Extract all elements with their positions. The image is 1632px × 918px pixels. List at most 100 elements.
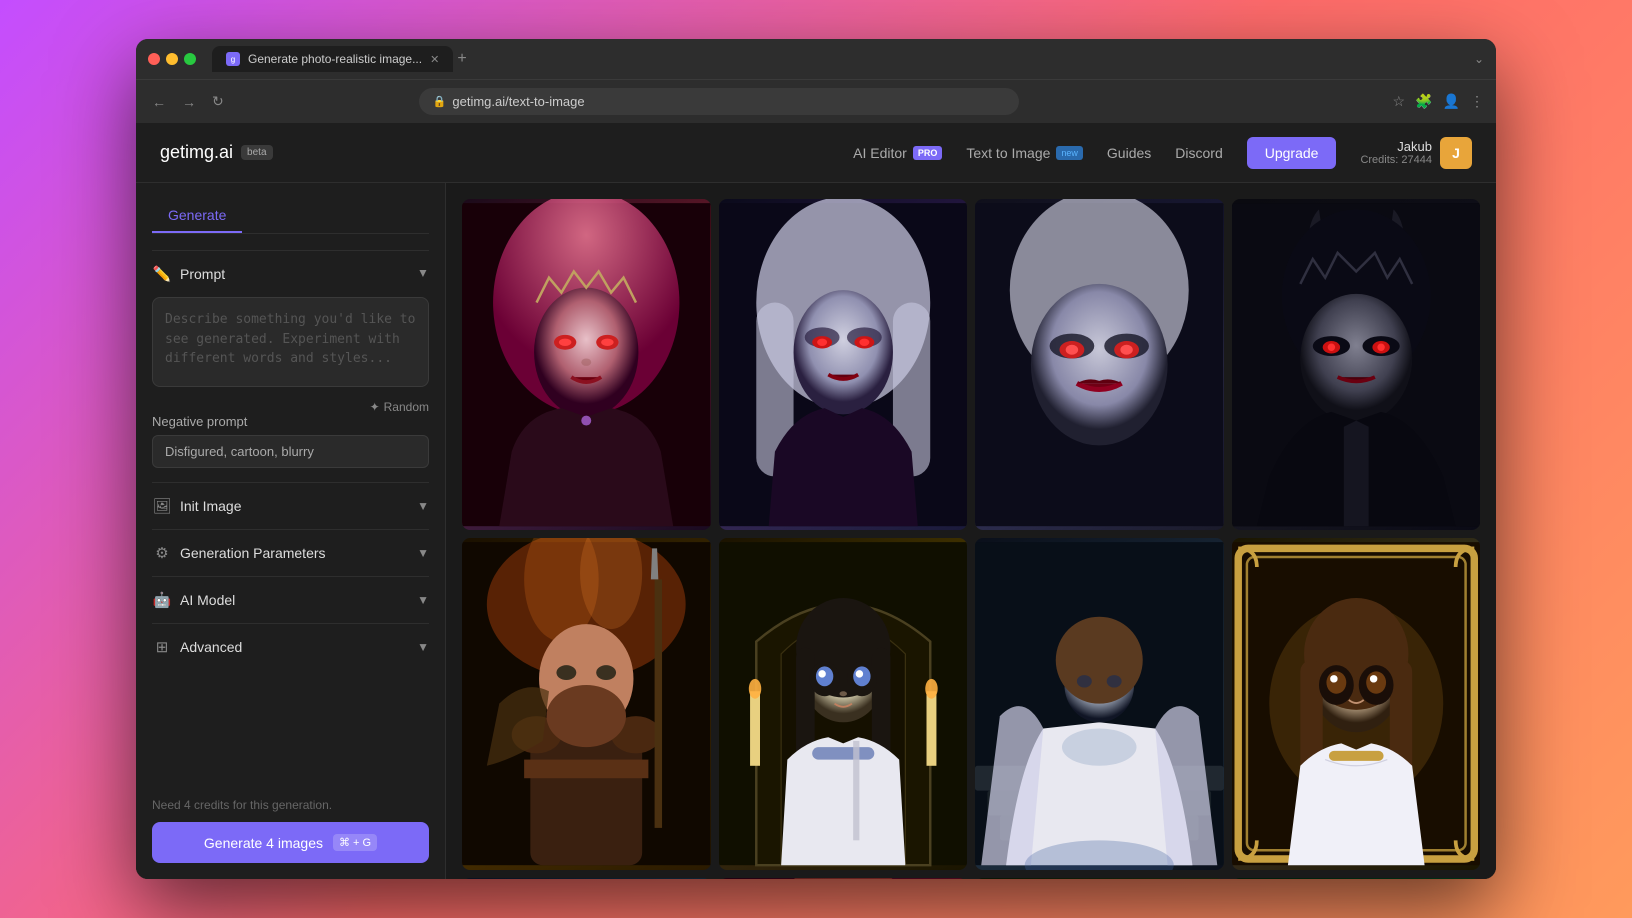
prompt-header-left: ✏️ Prompt [152, 265, 225, 283]
image-overlay [975, 199, 1224, 530]
prompt-textarea[interactable] [152, 297, 429, 387]
active-tab[interactable]: g Generate photo-realistic image... ✕ [212, 46, 453, 72]
prompt-section: ✏️ Prompt ▲ ✦ Random Negative prompt [152, 250, 429, 482]
ai-model-icon: 🤖 [152, 591, 172, 609]
image-item[interactable] [975, 199, 1224, 530]
ai-model-header[interactable]: 🤖 AI Model ▼ [152, 577, 429, 623]
image-grid [446, 183, 1496, 879]
negative-prompt-input[interactable] [152, 435, 429, 468]
image-item[interactable] [462, 538, 711, 869]
advanced-section: ⊞ Advanced ▼ [152, 623, 429, 670]
image-item[interactable] [1232, 199, 1481, 530]
maximize-button[interactable] [184, 53, 196, 65]
image-item[interactable] [462, 199, 711, 530]
sidebar-tab-generate[interactable]: Generate [152, 199, 242, 233]
random-button[interactable]: ✦ Random [152, 400, 429, 414]
image-item[interactable] [1232, 878, 1481, 879]
gen-params-chevron-icon: ▼ [417, 546, 429, 560]
image-overlay [462, 538, 711, 869]
back-button[interactable]: ← [148, 90, 170, 114]
image-svg [1232, 538, 1481, 869]
image-svg [975, 199, 1224, 530]
browser-window: g Generate photo-realistic image... ✕ + … [136, 39, 1496, 879]
reload-button[interactable]: ↻ [208, 89, 228, 114]
init-image-label: Init Image [180, 498, 241, 514]
close-button[interactable] [148, 53, 160, 65]
user-avatar[interactable]: J [1440, 137, 1472, 169]
init-image-chevron-icon: ▼ [417, 499, 429, 513]
image-svg [719, 878, 968, 879]
image-overlay [719, 538, 968, 869]
url-bar[interactable]: 🔒 getimg.ai/text-to-image [419, 88, 1019, 115]
image-svg [719, 199, 968, 530]
user-info: Jakub Credits: 27444 J [1360, 137, 1472, 169]
image-svg [719, 538, 968, 869]
ai-model-header-left: 🤖 AI Model [152, 591, 235, 609]
image-icon: 🖼 [152, 497, 172, 515]
bookmark-icon[interactable]: ☆ [1393, 93, 1406, 110]
logo-text: getimg.ai [160, 142, 233, 163]
image-item[interactable] [1232, 538, 1481, 869]
nav-discord[interactable]: Discord [1175, 145, 1222, 161]
init-image-header[interactable]: 🖼 Init Image ▼ [152, 483, 429, 529]
prompt-section-content: ✦ Random Negative prompt [152, 297, 429, 482]
address-bar-actions: ☆ 🧩 👤 ⋮ [1393, 93, 1484, 110]
image-overlay [719, 199, 968, 530]
extensions-icon[interactable]: 🧩 [1415, 93, 1432, 110]
image-item[interactable] [719, 538, 968, 869]
image-overlay [719, 878, 968, 879]
user-credits: Credits: 27444 [1360, 154, 1432, 166]
image-svg [462, 199, 711, 530]
profile-icon[interactable]: 👤 [1443, 93, 1460, 110]
tab-area: g Generate photo-realistic image... ✕ + [212, 46, 1466, 72]
tab-favicon: g [226, 52, 240, 66]
advanced-icon: ⊞ [152, 638, 172, 656]
advanced-header[interactable]: ⊞ Advanced ▼ [152, 624, 429, 670]
url-text: getimg.ai/text-to-image [452, 94, 1004, 109]
generate-button[interactable]: Generate 4 images ⌘ + G [152, 822, 429, 863]
image-overlay [1232, 878, 1481, 879]
ai-model-chevron-icon: ▼ [417, 593, 429, 607]
menu-icon[interactable]: ⋮ [1470, 93, 1484, 110]
nav-ai-editor[interactable]: AI Editor PRO [853, 145, 942, 161]
advanced-header-left: ⊞ Advanced [152, 638, 242, 656]
advanced-chevron-icon: ▼ [417, 640, 429, 654]
upgrade-button[interactable]: Upgrade [1247, 137, 1337, 169]
nav-text-to-image[interactable]: Text to Image new [966, 145, 1083, 161]
lock-icon: 🔒 [433, 95, 447, 108]
address-bar: ← → ↻ 🔒 getimg.ai/text-to-image ☆ 🧩 👤 ⋮ [136, 79, 1496, 123]
random-icon: ✦ [370, 400, 380, 414]
credits-note: Need 4 credits for this generation. [152, 798, 429, 812]
logo: getimg.ai beta [160, 142, 273, 163]
prompt-label: Prompt [180, 266, 225, 282]
sidebar: Generate ✏️ Prompt ▲ ✦ [136, 183, 446, 879]
image-overlay [975, 538, 1224, 869]
image-item[interactable] [719, 199, 968, 530]
pencil-icon: ✏️ [152, 265, 172, 283]
image-item[interactable] [975, 878, 1224, 879]
init-image-section: 🖼 Init Image ▼ [152, 482, 429, 529]
tab-close-icon[interactable]: ✕ [430, 53, 439, 66]
image-overlay [1232, 199, 1481, 530]
generation-params-header[interactable]: ⚙ Generation Parameters ▼ [152, 530, 429, 576]
app-body: Generate ✏️ Prompt ▲ ✦ [136, 183, 1496, 879]
prompt-section-header[interactable]: ✏️ Prompt ▲ [152, 251, 429, 297]
image-overlay [1232, 538, 1481, 869]
image-item[interactable] [719, 878, 968, 879]
image-item[interactable] [462, 878, 711, 879]
advanced-label: Advanced [180, 639, 242, 655]
negative-prompt-label: Negative prompt [152, 414, 429, 429]
ai-model-section: 🤖 AI Model ▼ [152, 576, 429, 623]
gen-params-header-left: ⚙ Generation Parameters [152, 544, 326, 562]
new-tab-button[interactable]: + [457, 50, 466, 68]
ai-model-label: AI Model [180, 592, 235, 608]
generation-params-section: ⚙ Generation Parameters ▼ [152, 529, 429, 576]
image-svg [462, 538, 711, 869]
pro-badge: PRO [913, 146, 943, 160]
image-item[interactable] [975, 538, 1224, 869]
prompt-chevron-icon: ▲ [417, 267, 429, 281]
forward-button[interactable]: → [178, 90, 200, 114]
nav-guides[interactable]: Guides [1107, 145, 1151, 161]
beta-badge: beta [241, 145, 272, 160]
minimize-button[interactable] [166, 53, 178, 65]
